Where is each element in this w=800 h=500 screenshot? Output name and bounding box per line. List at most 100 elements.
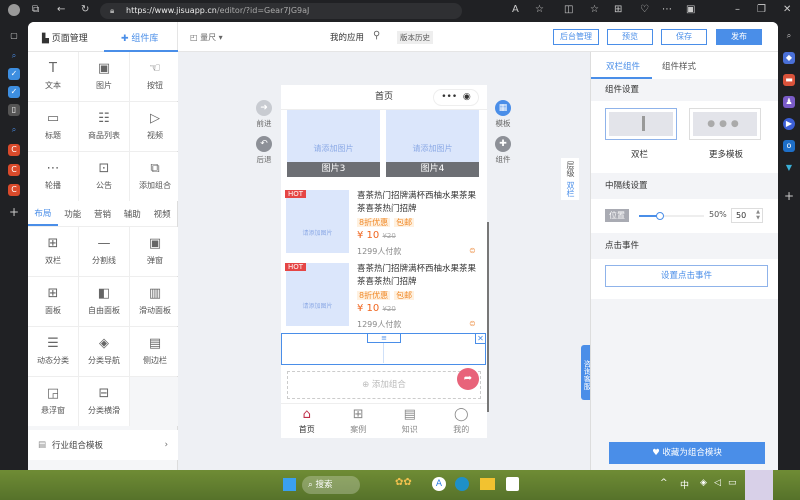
admin-button[interactable]: 后台管理 — [553, 29, 599, 45]
component-button[interactable]: ✚ 组件 — [493, 136, 513, 165]
tab-double-column[interactable]: 双栏组件 — [606, 60, 640, 72]
version-history-button[interactable]: 版本历史 — [397, 31, 433, 44]
component-item[interactable]: ⊞ 面板 — [28, 277, 78, 326]
ruler-toggle[interactable]: ◰ 量尺 ▾ — [190, 32, 223, 43]
drag-handle[interactable]: ≡ — [367, 333, 401, 343]
save-combo-button[interactable]: ♥ 收藏为组合模块 — [609, 442, 765, 464]
media-icon[interactable]: ▶ — [783, 118, 795, 130]
component-item[interactable]: ⊡ 公告 — [79, 152, 129, 201]
cart-icon[interactable]: ⊜ — [469, 319, 476, 328]
component-item[interactable]: ▥ 滑动面板 — [130, 277, 180, 326]
profile-avatar[interactable] — [8, 4, 20, 16]
image-item[interactable]: 请添加图片 图片3 — [287, 110, 380, 177]
component-item[interactable]: ◈ 分类导航 — [79, 327, 129, 376]
favorite-icon[interactable]: ☆ — [535, 4, 544, 15]
tab-component-style[interactable]: 组件样式 — [662, 60, 696, 72]
component-item[interactable]: ⧉ 添加组合 — [130, 152, 180, 201]
health-icon[interactable]: ♡ — [640, 4, 649, 15]
back-icon[interactable]: ← — [57, 4, 65, 15]
industry-templates-row[interactable]: ▤ 行业组合模板 › — [28, 430, 178, 460]
minimize-icon[interactable]: – — [735, 4, 740, 15]
split-screen-icon[interactable]: ◫ — [564, 4, 573, 15]
cart-icon[interactable]: ⊜ — [469, 246, 476, 255]
shirt-icon[interactable]: ⚲ — [373, 30, 380, 41]
games-icon[interactable]: ♟ — [783, 96, 795, 108]
chevron-up-icon[interactable]: ^ — [660, 478, 668, 488]
nav-item[interactable]: ⊞ 案例 — [333, 404, 385, 438]
component-item[interactable]: ⋯ 轮播 — [28, 152, 78, 201]
product-item[interactable]: 请添加图片 HOT 喜茶热门招牌满杯西柚水果茶果茶喜茶热门招牌 8折优惠 包邮 ¥… — [281, 263, 487, 337]
option-more-templates[interactable]: ●●● — [689, 108, 761, 140]
category-tab[interactable]: 布局 — [28, 202, 58, 226]
restore-icon[interactable]: ❐ — [757, 4, 766, 15]
tabs-icon[interactable]: ⧉ — [32, 4, 39, 15]
phone-scrollbar[interactable] — [487, 222, 489, 412]
app-store-icon[interactable]: A — [432, 477, 446, 491]
send-icon[interactable]: ▼ — [783, 162, 795, 174]
position-slider[interactable] — [639, 212, 704, 220]
nav-item[interactable]: ⌂ 首页 — [281, 404, 333, 438]
option-double-column[interactable] — [605, 108, 677, 140]
copilot-icon[interactable]: ◆ — [783, 52, 795, 64]
capsule-menu[interactable]: ••• ◉ — [433, 89, 479, 106]
tab-icon[interactable]: C — [8, 144, 20, 156]
refresh-icon[interactable]: ↻ — [81, 4, 89, 15]
collections-icon[interactable]: ⊞ — [614, 4, 622, 15]
more-icon[interactable]: ⋯ — [662, 4, 672, 15]
store-icon[interactable] — [506, 477, 519, 491]
component-item[interactable]: ☷ 商品列表 — [79, 102, 129, 151]
widgets-icon[interactable]: ✿✿ — [395, 477, 412, 488]
image-item[interactable]: 请添加图片 图片4 — [386, 110, 479, 177]
outlook-icon[interactable]: o — [783, 140, 795, 152]
tab-component-library[interactable]: ✚ 组件库 — [121, 31, 158, 44]
new-tab-icon[interactable]: + — [8, 206, 20, 218]
publish-button[interactable]: 发布 — [716, 29, 762, 45]
preview-button[interactable]: 预览 — [607, 29, 653, 45]
start-icon[interactable] — [283, 478, 296, 491]
component-item[interactable]: ☜ 按钮 — [130, 52, 180, 101]
favorites-icon[interactable]: ☆ — [590, 4, 599, 15]
tab-icon[interactable]: C — [8, 184, 20, 196]
tab-icon[interactable]: ✓ — [8, 86, 20, 98]
search-tab-icon[interactable]: ⌕ — [8, 124, 20, 136]
search-tab-icon[interactable]: ⌕ — [8, 50, 20, 62]
component-item[interactable]: ▤ 侧边栏 — [130, 327, 180, 376]
position-input[interactable]: 50 ▲ ▼ — [731, 208, 763, 223]
category-tab[interactable]: 功能 — [58, 203, 88, 225]
template-button[interactable]: ▦ 模板 — [493, 100, 513, 129]
address-bar[interactable]: 🔒︎ https://www.jisuapp.cn/editor/?id=Gea… — [100, 3, 462, 19]
component-item[interactable]: ☰ 动态分类 — [28, 327, 78, 376]
edge-icon[interactable] — [455, 477, 469, 491]
component-item[interactable]: ▷ 视频 — [130, 102, 180, 151]
set-click-event-button[interactable]: 设置点击事件 — [605, 265, 768, 287]
tab-icon[interactable]: C — [8, 164, 20, 176]
back-button[interactable]: ↶ 后退 — [254, 136, 274, 165]
category-tab[interactable]: 视频 — [147, 203, 177, 225]
wifi-icon[interactable]: ◈ — [700, 478, 707, 488]
component-item[interactable]: ⊟ 分类横滑 — [79, 377, 129, 426]
tools-icon[interactable]: ▬ — [783, 74, 795, 86]
component-item[interactable]: T 文本 — [28, 52, 78, 101]
component-item[interactable]: ◧ 自由面板 — [79, 277, 129, 326]
component-item[interactable]: — 分割线 — [79, 227, 129, 276]
component-item[interactable]: ⊞ 双栏 — [28, 227, 78, 276]
category-tab[interactable]: 营销 — [88, 203, 118, 225]
tab-actions-icon[interactable]: ▢ — [8, 30, 20, 42]
component-item[interactable]: ▣ 图片 — [79, 52, 129, 101]
category-tab[interactable]: 辅助 — [117, 203, 147, 225]
sidebar-icon[interactable]: ▣ — [686, 4, 695, 15]
component-item[interactable]: ◲ 悬浮窗 — [28, 377, 78, 426]
nav-item[interactable]: ◯ 我的 — [436, 404, 488, 438]
tab-page-management[interactable]: ▙ 页面管理 — [42, 31, 88, 44]
component-item[interactable]: ▭ 标题 — [28, 102, 78, 151]
nav-item[interactable]: ▤ 知识 — [384, 404, 436, 438]
battery-icon[interactable]: ▭ — [728, 478, 737, 488]
file-explorer-icon[interactable] — [480, 478, 495, 490]
read-aloud-icon[interactable]: A — [512, 4, 519, 15]
add-combo-button[interactable]: ⊕ 添加组合 — [287, 371, 481, 399]
add-icon[interactable]: + — [783, 190, 795, 202]
close-icon[interactable]: ✕ — [783, 4, 791, 15]
forward-button[interactable]: ➜ 前进 — [254, 100, 274, 129]
component-item[interactable]: ▣ 弹窗 — [130, 227, 180, 276]
layer-panel[interactable]: 层级 双栏 — [561, 158, 579, 200]
